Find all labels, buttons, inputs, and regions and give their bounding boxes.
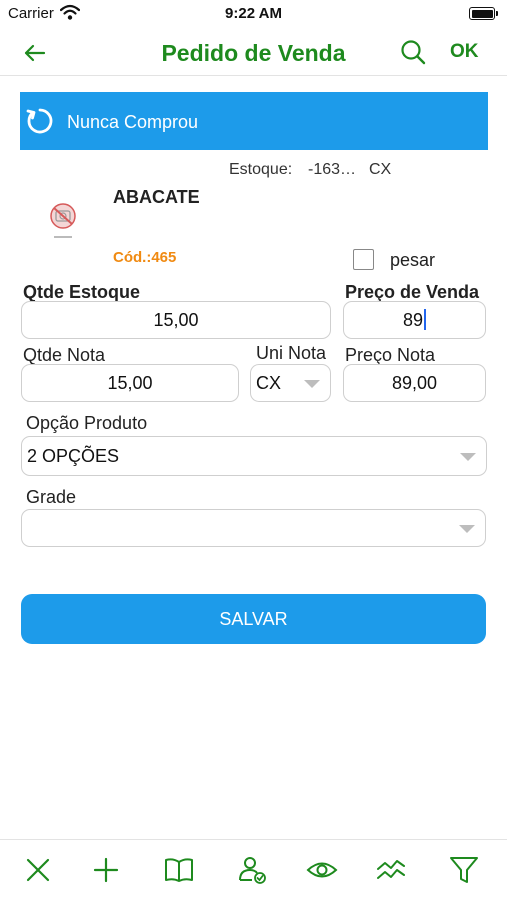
stock-label: Estoque:: [229, 161, 293, 178]
bottom-toolbar: [0, 839, 507, 900]
uni-nota-select[interactable]: CX: [250, 364, 331, 402]
preco-nota-label: Preço Nota: [345, 345, 436, 365]
close-icon[interactable]: [20, 852, 56, 888]
text-cursor: [424, 309, 427, 331]
grade-label: Grade: [26, 487, 77, 507]
clock: 9:22 AM: [225, 5, 282, 22]
search-icon[interactable]: [398, 37, 428, 67]
qtde-nota-label: Qtde Nota: [23, 345, 106, 365]
trend-icon[interactable]: [373, 852, 409, 888]
eye-icon[interactable]: [304, 852, 340, 888]
preco-nota-value: 89,00: [391, 373, 438, 393]
customer-status-banner[interactable]: Nunca Comprou: [20, 92, 488, 150]
chevron-down-icon: [460, 453, 476, 461]
ok-button[interactable]: OK: [450, 41, 479, 63]
weigh-checkbox-label: pesar: [390, 250, 436, 270]
nav-bar: Pedido de Venda OK: [0, 30, 507, 76]
weigh-checkbox[interactable]: [353, 249, 374, 270]
user-check-icon[interactable]: [235, 852, 271, 888]
chevron-down-icon: [459, 525, 475, 533]
qtde-estoque-value: 15,00: [153, 310, 199, 330]
grade-select[interactable]: [21, 509, 486, 547]
refresh-icon: [24, 105, 56, 137]
qtde-nota-field[interactable]: 15,00: [21, 364, 239, 402]
product-name: ABACATE: [113, 187, 200, 207]
filter-icon[interactable]: [446, 852, 482, 888]
plus-icon[interactable]: [88, 852, 124, 888]
product-code: Cód.:465: [113, 249, 177, 266]
product-no-image-icon: [47, 200, 79, 244]
uni-nota-value: CX: [256, 373, 282, 393]
opcao-produto-label: Opção Produto: [26, 413, 148, 433]
preco-venda-label: Preço de Venda: [345, 282, 480, 302]
stock-unit: CX: [369, 161, 392, 178]
status-bar: Carrier 9:22 AM: [0, 0, 507, 30]
page-title: Pedido de Venda: [161, 40, 346, 66]
qtde-nota-value: 15,00: [107, 373, 153, 393]
uni-nota-label: Uni Nota: [256, 343, 327, 363]
opcao-produto-value: 2 OPÇÕES: [27, 446, 120, 466]
stock-value: -163…: [308, 161, 357, 178]
qtde-estoque-label: Qtde Estoque: [23, 282, 141, 302]
opcao-produto-select[interactable]: 2 OPÇÕES: [21, 436, 487, 476]
save-button[interactable]: SALVAR: [21, 594, 486, 644]
battery-icon: [469, 7, 498, 20]
qtde-estoque-field[interactable]: 15,00: [21, 301, 331, 339]
preco-venda-field[interactable]: 89: [343, 301, 486, 339]
preco-venda-value: 89: [402, 310, 424, 330]
preco-nota-field[interactable]: 89,00: [343, 364, 486, 402]
chevron-down-icon: [304, 380, 320, 388]
book-icon[interactable]: [161, 852, 197, 888]
banner-text: Nunca Comprou: [67, 112, 199, 132]
